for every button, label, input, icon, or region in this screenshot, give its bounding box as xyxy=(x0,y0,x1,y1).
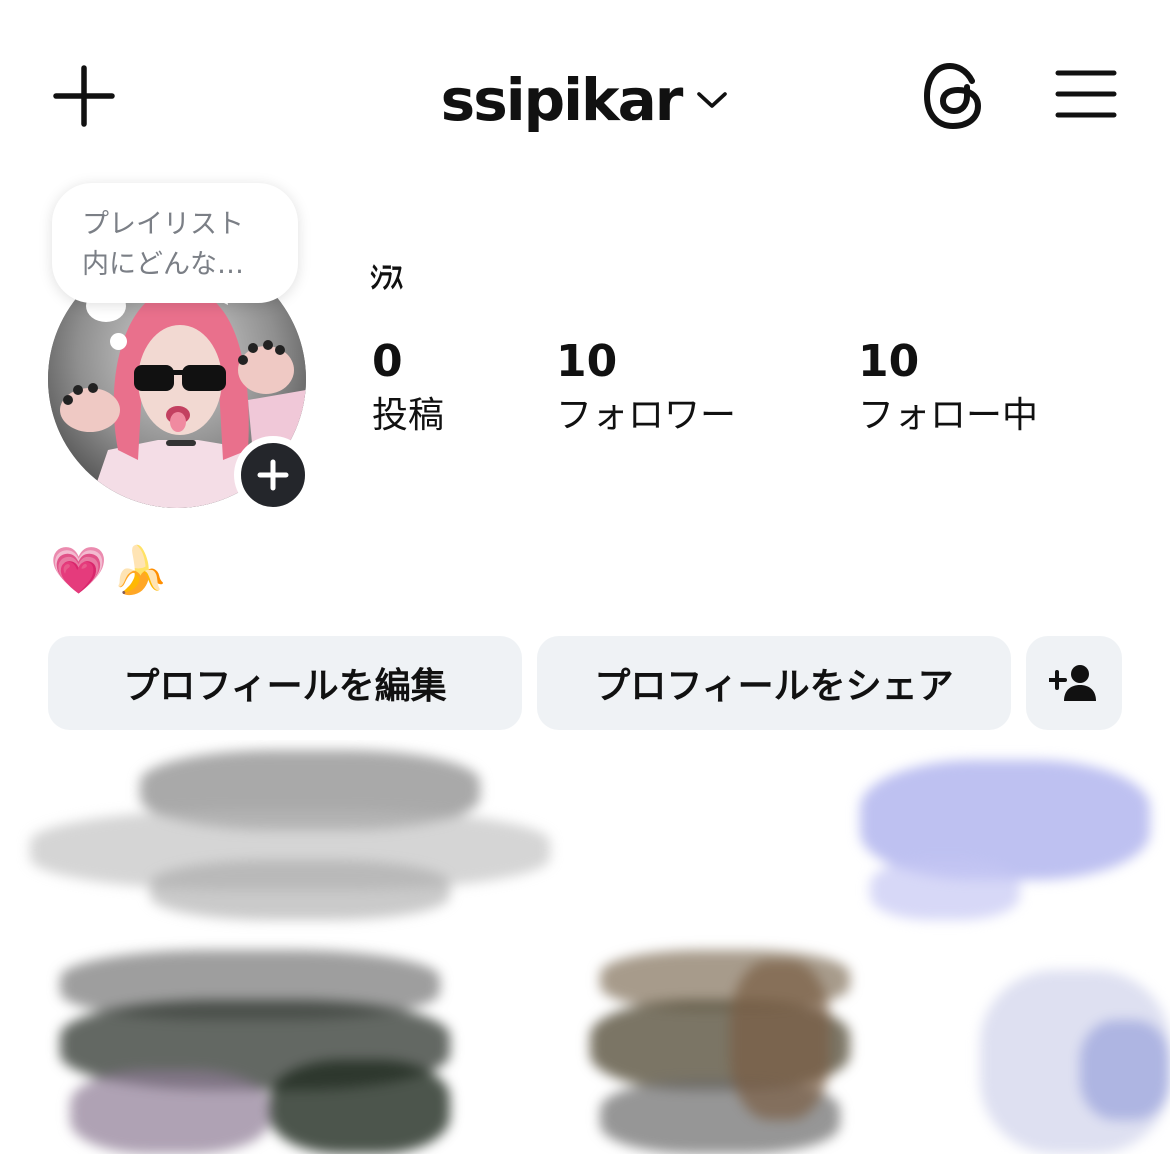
bio: 💗🍌 xyxy=(50,543,173,597)
share-profile-button[interactable]: プロフィールをシェア xyxy=(537,636,1011,730)
stat-count: 10 xyxy=(556,336,618,387)
threads-icon xyxy=(924,63,981,129)
stat-following[interactable]: 10 フォロー中 xyxy=(858,338,1038,440)
stat-label: フォロワー xyxy=(556,395,737,436)
stat-count: 0 xyxy=(372,336,403,387)
chevron-down-icon xyxy=(697,92,728,108)
stat-label: フォロー中 xyxy=(858,395,1039,436)
posts-grid xyxy=(0,740,1170,1154)
add-story-button[interactable] xyxy=(234,436,312,514)
post-thumbnail[interactable] xyxy=(0,740,580,1154)
threads-button[interactable] xyxy=(918,60,990,132)
hamburger-menu-icon xyxy=(1055,70,1117,118)
edit-profile-button[interactable]: プロフィールを編集 xyxy=(48,636,522,730)
discover-people-button[interactable] xyxy=(1026,636,1122,730)
display-name: ｼﾗｽ xyxy=(370,261,403,296)
note-bubble-dot xyxy=(110,333,127,350)
stat-count: 10 xyxy=(858,336,920,387)
stat-followers[interactable]: 10 フォロワー xyxy=(556,338,736,440)
stat-posts[interactable]: 0 投稿 xyxy=(372,338,444,440)
account-switcher[interactable]: ssipikar xyxy=(0,62,1170,138)
note-bubble[interactable]: プレイリスト 内にどんな… xyxy=(52,183,298,303)
stat-label: 投稿 xyxy=(372,395,445,436)
note-line-2: 内にどんな… xyxy=(82,249,244,280)
add-person-icon xyxy=(1049,665,1096,701)
post-thumbnail[interactable] xyxy=(580,740,850,1154)
plus-icon xyxy=(257,459,289,491)
post-thumbnail[interactable] xyxy=(850,740,1170,1154)
note-line-1: プレイリスト xyxy=(82,209,244,240)
username: ssipikar xyxy=(440,66,684,134)
menu-button[interactable] xyxy=(1050,62,1122,126)
